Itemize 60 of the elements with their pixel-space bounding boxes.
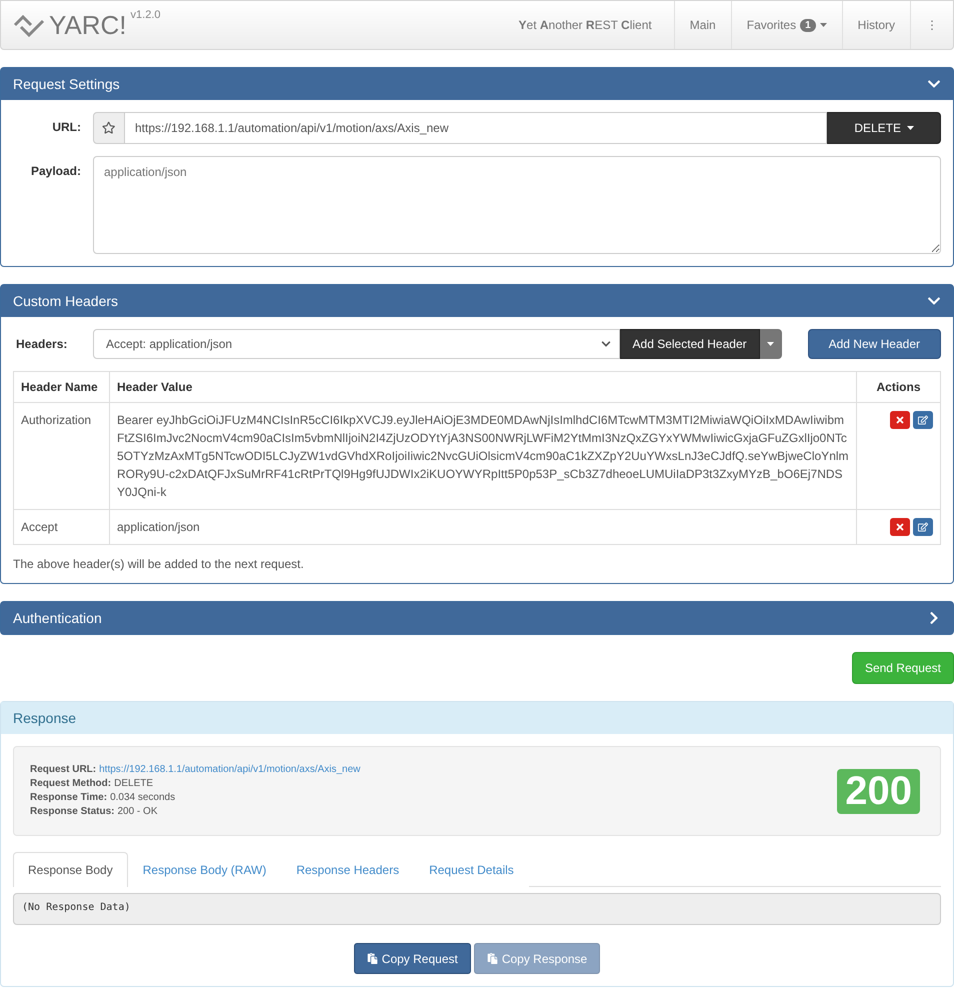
close-icon	[895, 415, 905, 425]
star-icon	[102, 121, 116, 135]
column-header: Header Name	[14, 372, 110, 402]
chevron-down-icon	[600, 339, 611, 349]
add-new-header-button[interactable]: Add New Header	[808, 329, 941, 359]
table-cell: application/json	[110, 510, 856, 544]
field-label: Headers:	[15, 337, 68, 351]
clipboard-icon	[366, 953, 378, 964]
table-cell: Authorization	[14, 402, 110, 510]
table-cell: Accept	[14, 510, 110, 544]
more-menu[interactable]: ⋮	[910, 1, 953, 49]
favorite-button[interactable]	[93, 112, 125, 144]
detail-label: Request URL:	[30, 763, 96, 777]
payload-field[interactable]: application/json	[93, 156, 941, 254]
response-tab[interactable]: Response Body (RAW)	[128, 852, 282, 887]
edit-icon	[918, 415, 928, 425]
nav-link[interactable]: Favorites 1	[730, 1, 842, 49]
edit-button[interactable]	[913, 518, 933, 536]
detail-value: 200 - OK	[117, 805, 158, 819]
version-label: v1.2.0	[130, 9, 160, 21]
add-selected-header-button[interactable]: Add Selected Header	[620, 329, 760, 359]
edit-icon	[918, 522, 928, 532]
dropdown-toggle[interactable]	[760, 329, 782, 359]
table-cell: Bearer eyJhbGciOiJFUzM4NCIsInR5cCI6IkpXVCJ9.eyJleHAiOjE3MDE0MDAwNjIsImlhdCI6MTcwMTM3MTI2MiwiaWQiOiIxMDAwIiwibmFtZSI6ImJvc2NocmV4cm90aCIsIm5vbmNlIjoiN2I4ZjUzODYtYjA3NS00NWRjLWFiM2YtMmI3NzQxZGYxYWMwIiwicGxjaGFuZGxlIjo0NTc5OTYzMzAxMTg5NTcwODI5LCJyZW1vdGVhdXRoIjoiIiwic2NvcGUiOlsicmV4cm90aC1kZXZpY2UuYWxsLnJ3eCJdfQ.seYwBjweCloYnlmRORy9U-c2xDAtQFJxSuMrRF41cRtPrTQl9Hg9fUJDWIx2iKUOYWYRpItt5P0p53P_sCb3Z7dheoeLUMUiIaDP3t3ZxyMYzB_bO6Ej7NDSY0JQni-k	[110, 402, 856, 510]
clipboard-icon	[486, 953, 498, 964]
close-icon	[895, 522, 905, 532]
caret-icon	[820, 23, 827, 27]
column-header: Actions	[856, 372, 940, 402]
headers-note: The above header(s) will be added to the next request.	[13, 557, 305, 571]
detail-value: 0.034 seconds	[110, 791, 176, 805]
delete-button[interactable]	[890, 411, 910, 429]
field-label: Payload:	[30, 163, 81, 178]
caret-icon	[907, 126, 914, 130]
response-tab[interactable]: Response Body	[13, 852, 128, 887]
nav-link[interactable]: Main	[674, 1, 731, 49]
method-dropdown[interactable]: DELETE	[827, 112, 941, 144]
detail-value: DELETE	[114, 777, 154, 791]
count-badge: 1	[800, 18, 816, 32]
panel-title: Request Settings	[13, 76, 120, 92]
header-select[interactable]: Accept: application/json	[93, 329, 620, 359]
nav-link[interactable]: History	[842, 1, 910, 49]
column-header: Header Value	[110, 372, 856, 402]
url-field[interactable]: https://192.168.1.1/automation/api/v1/motion/axs/Axis_new	[125, 112, 828, 144]
edit-button[interactable]	[913, 411, 933, 429]
caret-icon	[767, 342, 774, 346]
panel-title: Response	[13, 710, 76, 726]
send-request-button[interactable]: Send Request	[852, 652, 954, 684]
field-label: URL:	[51, 119, 81, 134]
tagline: Yet Another REST Client	[518, 18, 653, 32]
status-code: 200	[837, 768, 920, 814]
brand-name[interactable]: YARC!	[49, 10, 127, 40]
response-body: (No Response Data)	[13, 893, 941, 925]
panel-title: Authentication	[13, 610, 102, 626]
detail-label: Response Time:	[30, 791, 108, 805]
detail-label: Request Method:	[30, 777, 112, 791]
request-url-link[interactable]: https://192.168.1.1/automation/api/v1/motion/axs/Axis_new	[99, 763, 360, 777]
copy-button[interactable]: Copy Request	[354, 943, 471, 974]
detail-label: Response Status:	[30, 805, 114, 819]
panel-title: Custom Headers	[13, 293, 118, 309]
delete-button[interactable]	[890, 518, 910, 536]
